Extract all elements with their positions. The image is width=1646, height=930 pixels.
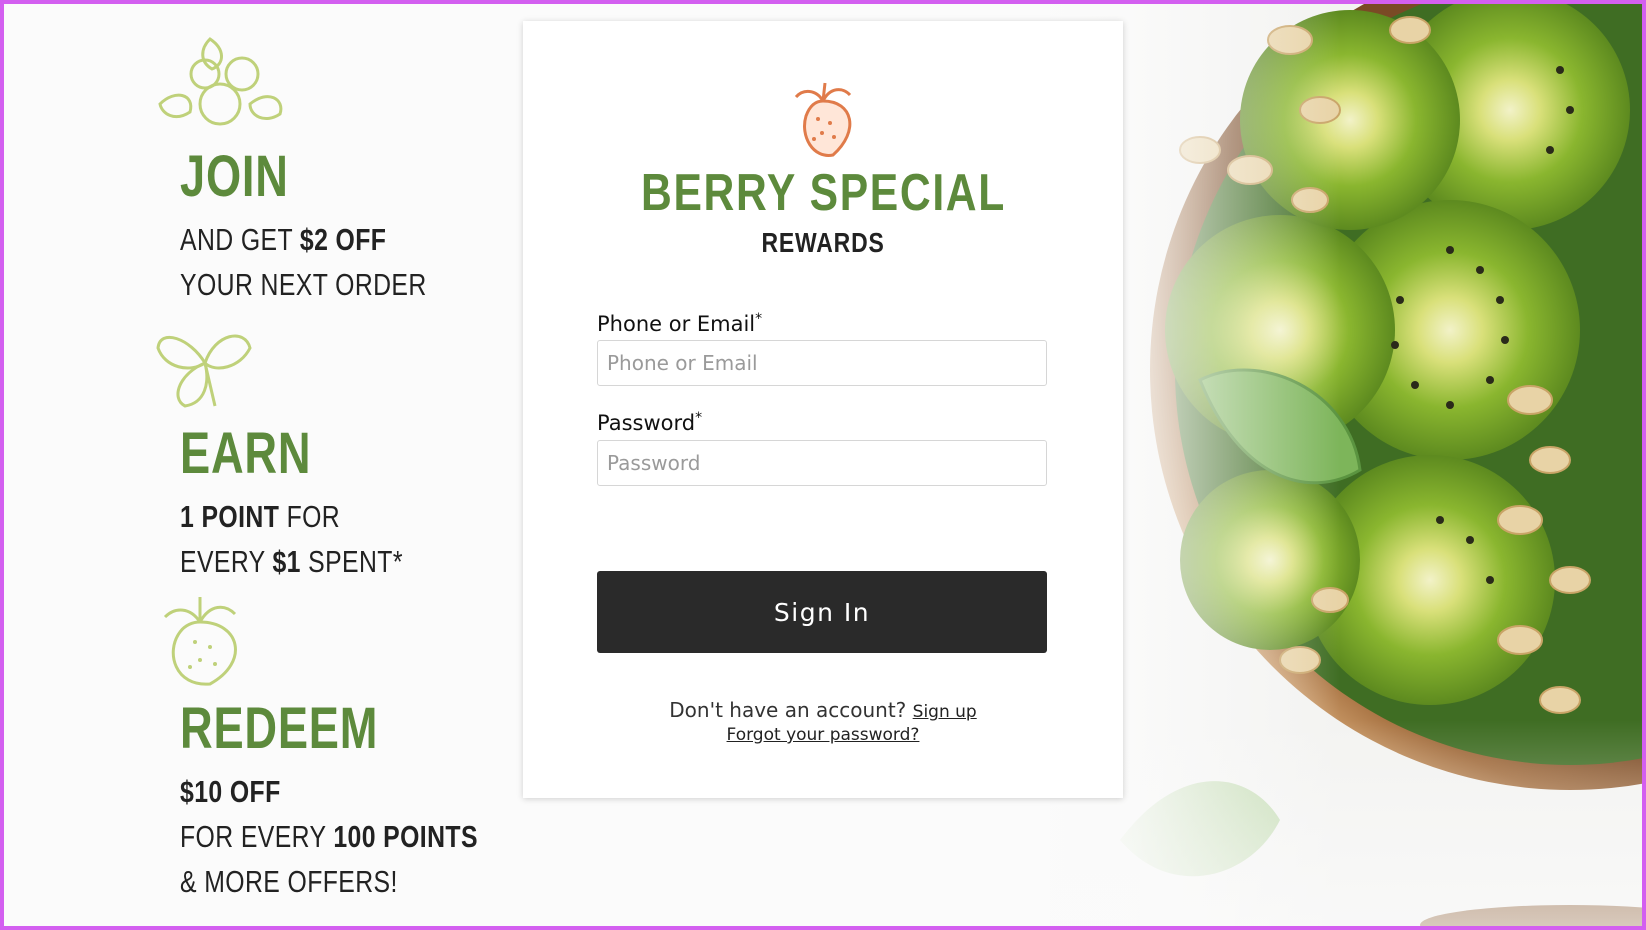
redeem-text: FOR EVERY [180, 819, 334, 854]
earn-text-2: EVERY [180, 544, 273, 579]
strawberry-icon [794, 82, 852, 157]
join-text-2: YOUR NEXT ORDER [180, 267, 427, 302]
forgot-password-row: Forgot your password? [523, 725, 1123, 745]
leaf-icon [156, 334, 252, 408]
brand-logo: BERRY SPECIAL REWARDS [523, 81, 1123, 257]
earn-points: 1 POINT [180, 499, 280, 534]
redeem-heading: REDEEM [180, 696, 379, 761]
earn-text-3: SPENT* [300, 544, 403, 579]
rewards-promo: JOIN AND GET $2 OFF YOUR NEXT ORDER EARN… [0, 0, 520, 930]
strawberry-icon [163, 597, 237, 686]
earn-heading: EARN [180, 421, 312, 486]
redeem-text-2: & MORE OFFERS! [180, 864, 398, 899]
redeem-amount: $10 OFF [180, 774, 281, 809]
sign-in-button[interactable]: Sign In [597, 571, 1047, 653]
signin-card: BERRY SPECIAL REWARDS Phone or Email* Pa… [523, 21, 1123, 798]
signup-prompt: Don't have an account? Sign up [669, 698, 977, 722]
redeem-points: 100 POINTS [333, 819, 478, 854]
password-label: Password* [597, 410, 703, 435]
earn-section: EARN 1 POINT FOR EVERY $1 SPENT* [180, 421, 459, 579]
required-mark: * [695, 410, 703, 426]
phone-email-input[interactable] [597, 340, 1047, 386]
brand-subtitle: REWARDS [761, 227, 885, 258]
blueberry-icon [158, 37, 283, 126]
earn-amount: $1 [272, 544, 301, 579]
password-input[interactable] [597, 440, 1047, 486]
join-text: AND GET [180, 222, 300, 257]
required-mark: * [755, 311, 763, 327]
join-amount: $2 OFF [299, 222, 387, 257]
join-section: JOIN AND GET $2 OFF YOUR NEXT ORDER [180, 144, 488, 302]
sign-up-link[interactable]: Sign up [913, 702, 977, 722]
brand-title: BERRY SPECIAL [640, 164, 1006, 222]
join-heading: JOIN [180, 144, 289, 209]
redeem-section: REDEEM $10 OFF FOR EVERY 100 POINTS & MO… [180, 696, 552, 899]
earn-text: FOR [279, 499, 341, 534]
phone-email-label: Phone or Email* [597, 311, 763, 336]
forgot-password-link[interactable]: Forgot your password? [727, 725, 920, 745]
